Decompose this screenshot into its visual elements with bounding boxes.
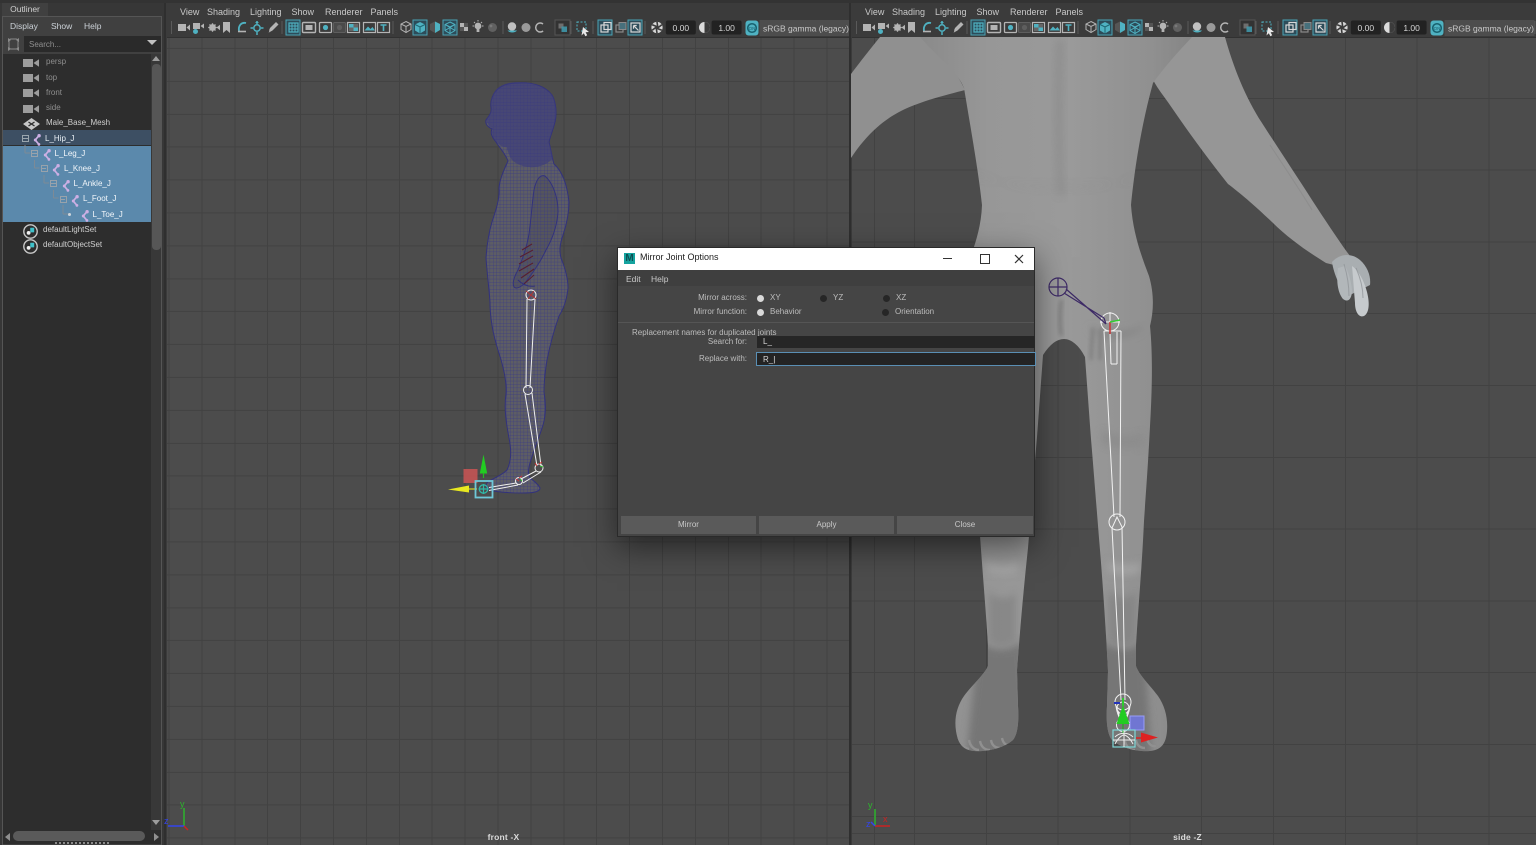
svg-text:x: x: [883, 814, 888, 824]
svg-text:ON: ON: [1434, 26, 1441, 31]
svg-text:y: y: [180, 799, 185, 809]
svg-text:0.00: 0.00: [673, 23, 690, 33]
svg-text:1.00: 1.00: [718, 23, 735, 33]
svg-text:sRGB gamma (legacy): sRGB gamma (legacy): [1448, 24, 1534, 34]
svg-text:1.00: 1.00: [1403, 23, 1420, 33]
svg-text:0.00: 0.00: [1358, 23, 1375, 33]
svg-text:y: y: [868, 800, 873, 810]
svg-text:z: z: [164, 816, 169, 826]
svg-text:z: z: [866, 819, 871, 829]
svg-text:sRGB gamma (legacy): sRGB gamma (legacy): [763, 24, 849, 34]
svg-text:ON: ON: [749, 26, 756, 31]
